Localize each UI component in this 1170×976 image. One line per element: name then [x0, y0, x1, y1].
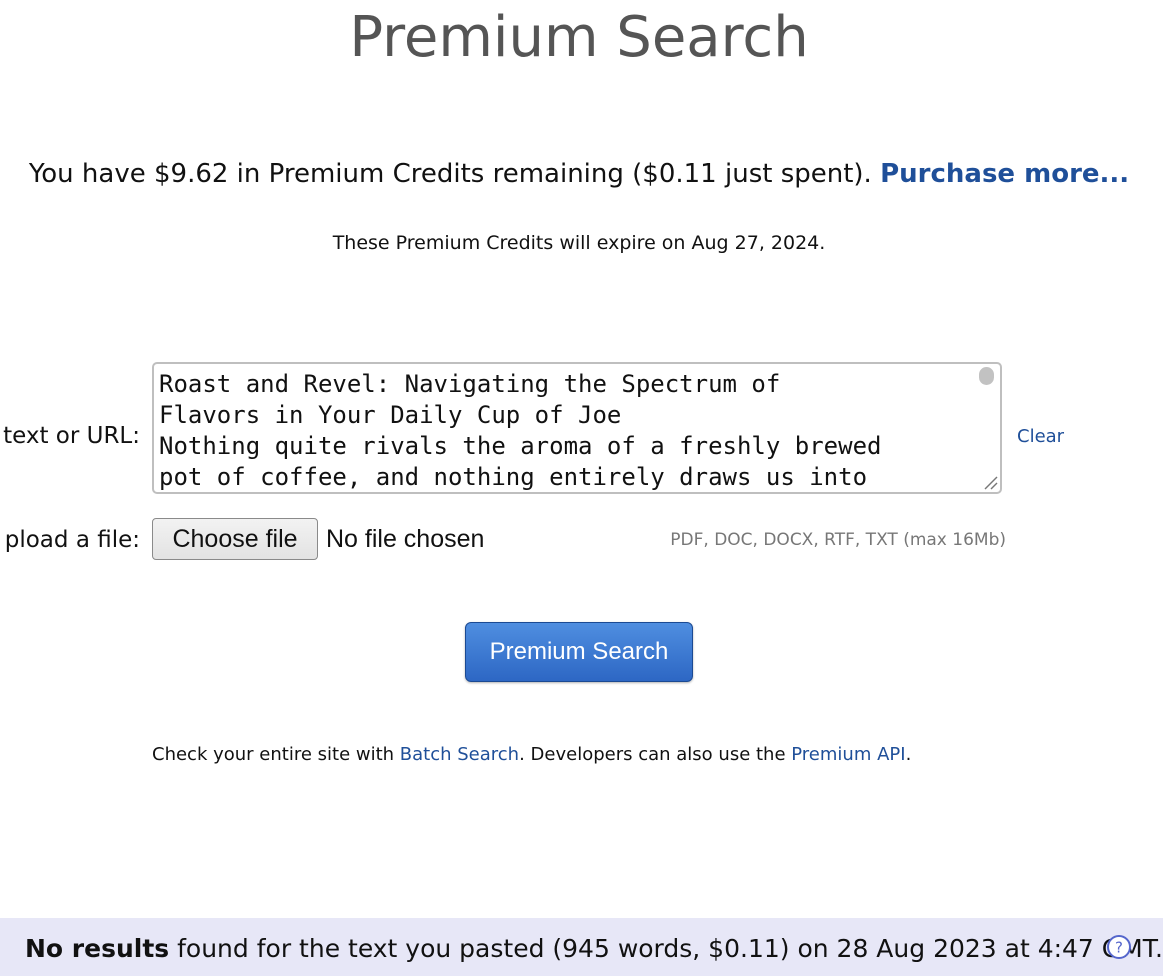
credits-info: You have $9.62 in Premium Credits remain… [0, 156, 1158, 192]
footer-prefix: Check your entire site with [152, 744, 400, 765]
purchase-more-link[interactable]: Purchase more... [880, 159, 1129, 189]
page-title: Premium Search [349, 5, 809, 70]
file-type-hint: PDF, DOC, DOCX, RTF, TXT (max 16Mb) [670, 530, 1006, 550]
page: Premium Search You have $9.62 in Premium… [0, 0, 1170, 976]
resize-grip-icon[interactable] [981, 473, 999, 491]
choose-file-button[interactable]: Choose file [152, 518, 318, 560]
batch-search-link[interactable]: Batch Search [400, 744, 519, 765]
result-bold: No results [25, 934, 170, 963]
text-url-input[interactable]: Roast and Revel: Navigating the Spectrum… [152, 362, 1002, 494]
textarea-scrollbar[interactable] [979, 367, 994, 385]
svg-text:?: ? [1115, 939, 1123, 957]
file-status: No file chosen [326, 525, 485, 553]
expire-notice: These Premium Credits will expire on Aug… [332, 232, 826, 254]
result-text: No results found for the text you pasted… [25, 932, 1163, 966]
result-detail: found for the text you pasted (945 words… [169, 934, 1163, 963]
result-bar: No results found for the text you pasted… [0, 918, 1163, 976]
footer-suffix: . [905, 744, 912, 765]
footer-middle: . Developers can also use the [519, 744, 792, 765]
text-url-value: Roast and Revel: Navigating the Spectrum… [159, 370, 882, 491]
text-url-label: text or URL: [3, 423, 140, 449]
premium-search-button[interactable]: Premium Search [465, 622, 693, 682]
help-icon[interactable]: ? [1106, 934, 1132, 960]
clear-link[interactable]: Clear [1017, 425, 1064, 449]
footer-links: Check your entire site with Batch Search… [152, 742, 911, 768]
premium-api-link[interactable]: Premium API [791, 744, 905, 765]
upload-file-label: pload a file: [4, 527, 140, 553]
credits-text: You have $9.62 in Premium Credits remain… [28, 159, 872, 189]
